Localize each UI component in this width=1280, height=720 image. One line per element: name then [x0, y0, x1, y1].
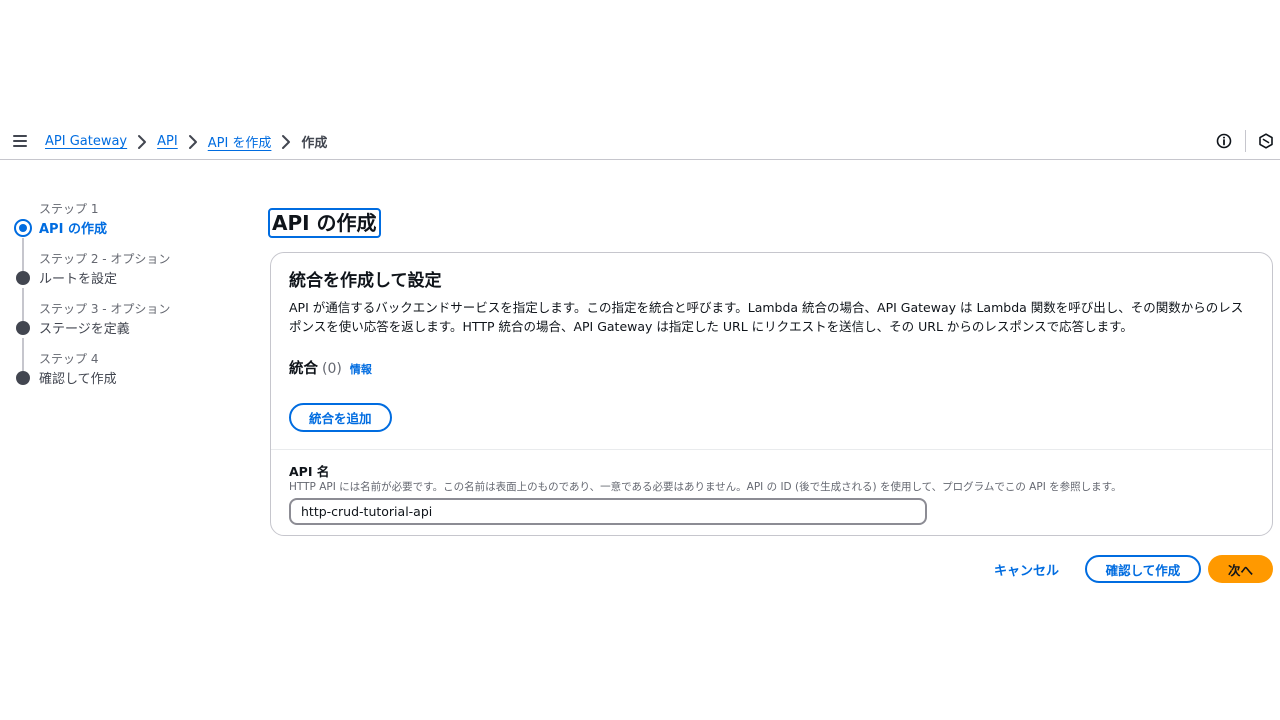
api-name-description: HTTP API には名前が必要です。この名前は表面上のものであり、一意である必…: [289, 481, 1122, 493]
integrations-header: 統合 (0) 情報: [289, 357, 372, 378]
step-number: ステップ 4: [39, 352, 99, 366]
step-title[interactable]: API の作成: [39, 218, 107, 237]
toolbar-divider: [1245, 130, 1246, 152]
step-number: ステップ 2 - オプション: [39, 252, 171, 266]
info-link[interactable]: 情報: [350, 361, 372, 377]
info-circle-icon[interactable]: [1216, 133, 1232, 149]
chevron-right-icon: [187, 133, 199, 151]
wizard-steps: ステップ 1 API の作成 ステップ 2 - オプション ルートを設定 ステッ…: [0, 198, 240, 398]
tools-hexagon-icon[interactable]: [1258, 133, 1274, 149]
cancel-button[interactable]: キャンセル: [984, 555, 1069, 583]
hamburger-menu-icon[interactable]: [13, 135, 27, 147]
step-indicator-current-icon: [14, 219, 32, 237]
step-1[interactable]: ステップ 1 API の作成: [0, 198, 240, 271]
step-indicator-icon: [16, 371, 30, 385]
step-number: ステップ 3 - オプション: [39, 302, 171, 316]
breadcrumb-current: 作成: [301, 136, 328, 151]
breadcrumb: API Gateway API API を作成 作成: [45, 132, 327, 151]
page-title: API の作成: [268, 208, 381, 238]
integration-card: 統合を作成して設定 API が通信するバックエンドサービスを指定します。この指定…: [270, 252, 1273, 536]
card-description: API が通信するバックエンドサービスを指定します。この指定を統合と呼びます。L…: [289, 300, 1244, 334]
chevron-right-icon: [280, 133, 292, 151]
step-3[interactable]: ステップ 3 - オプション ステージを定義: [0, 298, 240, 371]
step-title: ルートを設定: [39, 272, 118, 287]
step-title: ステージを定義: [39, 322, 130, 337]
chevron-right-icon: [136, 133, 148, 151]
breadcrumb-link-api-gateway[interactable]: API Gateway: [45, 134, 127, 149]
section-divider: [271, 449, 1272, 450]
top-navigation-bar: API Gateway API API を作成 作成: [0, 122, 1280, 160]
api-name-input[interactable]: [289, 498, 927, 525]
breadcrumb-link-create-api[interactable]: API を作成: [208, 132, 272, 151]
step-indicator-icon: [16, 321, 30, 335]
step-title: 確認して作成: [39, 372, 117, 387]
next-button[interactable]: 次へ: [1208, 555, 1273, 583]
review-and-create-button[interactable]: 確認して作成: [1085, 555, 1201, 583]
step-2[interactable]: ステップ 2 - オプション ルートを設定: [0, 248, 240, 321]
card-title: 統合を作成して設定: [289, 271, 442, 291]
breadcrumb-link-api[interactable]: API: [157, 134, 178, 149]
integrations-count: (0): [322, 361, 342, 377]
step-4[interactable]: ステップ 4 確認して作成: [0, 348, 240, 398]
integrations-title: 統合: [289, 361, 318, 377]
add-integration-button[interactable]: 統合を追加: [289, 403, 392, 432]
step-indicator-icon: [16, 271, 30, 285]
api-name-label: API 名: [289, 464, 330, 479]
step-number: ステップ 1: [39, 202, 99, 216]
